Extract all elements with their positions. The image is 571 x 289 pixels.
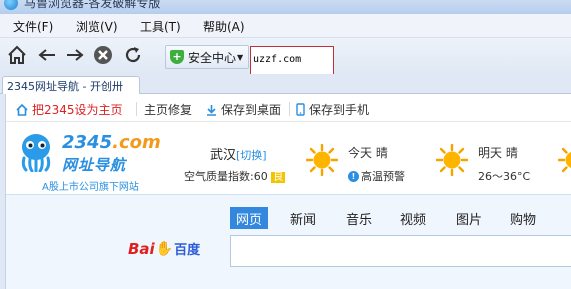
security-center-button[interactable]: + 安全中心 ▼ (165, 45, 249, 69)
search-tab-news[interactable]: 新闻 (284, 207, 322, 229)
arrow-left-icon (38, 49, 55, 61)
paw-icon: ✋ (155, 240, 174, 257)
download-icon (207, 104, 216, 116)
title-bar: 马鲁浏览器-各发破解专版 (0, 0, 571, 14)
browser-logo-icon (4, 0, 18, 10)
logo-subtitle: A股上市公司旗下网站 (42, 182, 139, 193)
octopus-mascot-icon (21, 134, 51, 172)
search-tab-video[interactable]: 视频 (394, 207, 432, 229)
refresh-button[interactable] (122, 44, 144, 66)
today-weather: 今天 晴 (348, 144, 388, 161)
shield-icon: + (170, 50, 184, 64)
search-tab-web[interactable]: 网页 (230, 207, 269, 229)
save-phone-label: 保存到手机 (309, 103, 370, 117)
baidu-logo-cn: 百度 (174, 243, 201, 258)
logo-number: 2345 (62, 132, 113, 153)
address-input[interactable] (253, 54, 331, 65)
sun-icon (306, 144, 338, 176)
home-icon (16, 103, 28, 116)
today-label: 今天 (348, 146, 373, 160)
back-button[interactable] (36, 44, 58, 66)
home-repair-link[interactable]: 主页修复 (144, 101, 192, 118)
heat-warning[interactable]: ! 高温预警 (348, 168, 405, 184)
baidu-logo-text: Bai (128, 239, 155, 258)
security-center-label: 安全中心 (188, 50, 237, 65)
set-home-link[interactable]: 把2345设为主页 (16, 101, 123, 118)
aqi-grade-badge: 良 (271, 172, 286, 183)
air-quality: 空气质量指数:60 良 (184, 168, 286, 184)
save-desktop-label: 保存到桌面 (221, 103, 282, 117)
window-title: 马鲁浏览器-各发破解专版 (24, 0, 161, 10)
logo-domain: .com (112, 132, 161, 153)
today-condition: 晴 (375, 146, 388, 160)
city-name: 武汉 (210, 148, 237, 163)
save-phone-link[interactable]: 保存到手机 (296, 101, 369, 118)
forward-button[interactable] (64, 44, 86, 66)
menu-tools[interactable]: 工具(T) (140, 18, 181, 35)
baidu-logo[interactable]: Bai ✋ 百度 (128, 239, 201, 259)
search-section: 网页 新闻 音乐 视频 图片 购物 Bai ✋ 百度 (6, 194, 571, 289)
navigation-toolbar: + 安全中心 ▼ (0, 38, 571, 82)
sun-icon (436, 144, 468, 176)
tomorrow-label: 明天 (478, 146, 503, 160)
divider (136, 102, 137, 116)
tomorrow-weather: 明天 晴 (478, 144, 518, 161)
search-tab-images[interactable]: 图片 (450, 207, 488, 229)
home-button[interactable] (6, 44, 28, 66)
aqi-value: 60 (253, 170, 268, 183)
tomorrow-temp: 26～36°C (478, 170, 531, 183)
menu-help[interactable]: 帮助(A) (203, 18, 245, 35)
page-link-bar: 把2345设为主页 主页修复 保存到桌面 保存到手机 (6, 96, 571, 122)
city-switch-link[interactable]: [切换] (236, 149, 267, 162)
sun-icon (558, 147, 571, 173)
menu-browse[interactable]: 浏览(V) (76, 18, 118, 35)
menu-file[interactable]: 文件(F) (13, 18, 53, 35)
heat-warning-label: 高温预警 (361, 170, 405, 183)
arrow-right-icon (67, 49, 84, 61)
stop-icon (94, 46, 112, 64)
chevron-down-icon: ▼ (237, 52, 244, 62)
home-icon (8, 45, 26, 64)
search-tab-music[interactable]: 音乐 (340, 207, 378, 229)
aqi-label: 空气质量指数: (184, 170, 254, 183)
search-input[interactable] (231, 236, 571, 266)
tomorrow-condition: 晴 (505, 146, 518, 160)
info-icon: ! (348, 170, 359, 182)
divider (289, 102, 290, 116)
refresh-icon (125, 47, 141, 63)
menu-bar: 文件(F) 浏览(V) 工具(T) 帮助(A) (0, 14, 571, 38)
search-tab-shopping[interactable]: 购物 (504, 207, 542, 229)
city-weather: 武汉[切换] (210, 144, 267, 163)
site-header: 2345.com 网址导航 A股上市公司旗下网站 武汉[切换] 空气质量指数:6… (6, 122, 571, 194)
search-box[interactable] (230, 235, 571, 267)
phone-icon (296, 103, 305, 116)
set-home-label: 把2345设为主页 (32, 103, 123, 117)
logo-wordmark[interactable]: 2345.com (62, 132, 161, 153)
tab-2345[interactable]: 2345网址导航 - 开创卅 (2, 76, 140, 94)
stop-button[interactable] (92, 44, 114, 66)
save-desktop-link[interactable]: 保存到桌面 (206, 101, 281, 118)
logo-nav-text: 网址导航 (62, 156, 127, 174)
tab-bar: 2345网址导航 - 开创卅 (0, 74, 571, 94)
